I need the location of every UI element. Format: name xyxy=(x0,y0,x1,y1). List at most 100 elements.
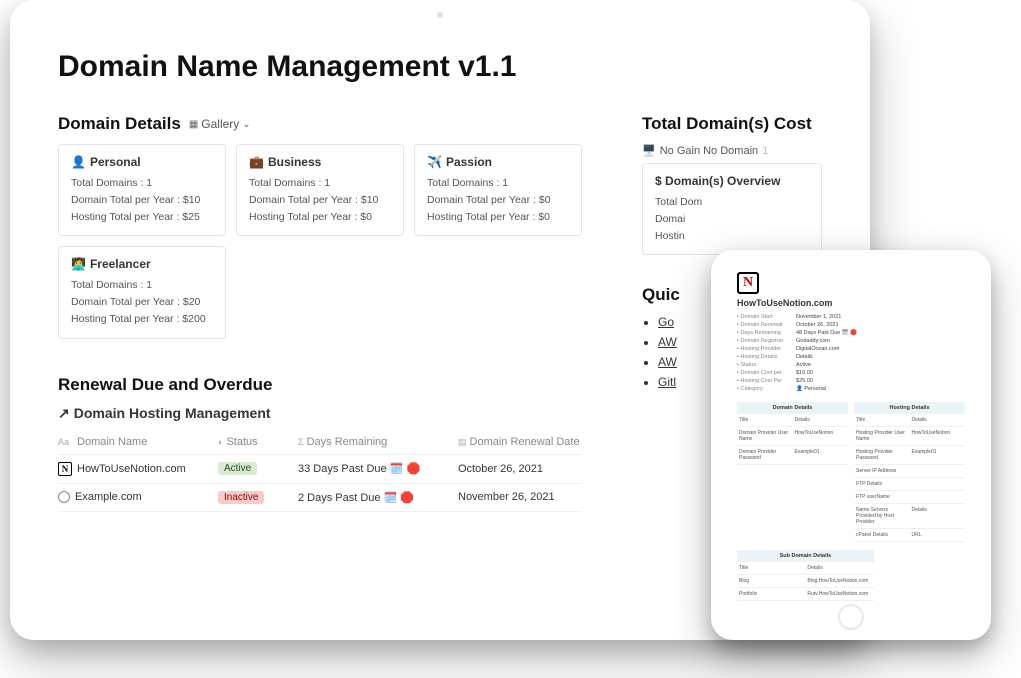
domain-details-gallery: 👤PersonalTotal Domains : 1Domain Total p… xyxy=(58,144,582,339)
card-line: Domain Total per Year : $10 xyxy=(71,192,213,209)
card-line: Domain Total per Year : $20 xyxy=(71,294,213,311)
mini-cell-key: Hosting Provider Password xyxy=(854,448,910,462)
mini-cell-key: FTP userName xyxy=(854,493,910,501)
tablet-domain-table: Domain Details TitleDetailsDomain Provid… xyxy=(737,402,848,542)
prop-label: ▪ Domain Registrar xyxy=(737,338,792,344)
card-title-text: Freelancer xyxy=(90,257,151,271)
domain-card[interactable]: 👤PersonalTotal Domains : 1Domain Total p… xyxy=(58,144,226,236)
card-icon: 🧑‍💻 xyxy=(71,257,86,271)
gallery-view-toggle[interactable]: ▦ Gallery ⌄ xyxy=(189,117,251,131)
mini-table-row: PortfolioRutv.HowToUseNotion.com xyxy=(737,588,874,601)
mini-cell-value: HowToUseNotion xyxy=(793,429,849,443)
domain-card[interactable]: 💼BusinessTotal Domains : 1Domain Total p… xyxy=(236,144,404,236)
prop-value: Active xyxy=(796,362,811,368)
tablet-home-button[interactable] xyxy=(838,604,864,630)
card-line: Total Domains : 1 xyxy=(71,277,213,294)
cell-days: 33 Days Past Due 🗓️ 🛑 xyxy=(298,462,458,475)
mini-cell-value: Details xyxy=(910,506,966,526)
mini-table-row: FTP userName xyxy=(854,491,965,504)
col-header-status[interactable]: ◐Status xyxy=(218,436,298,448)
mini-cell-value: Rutv.HowToUseNotion.com xyxy=(805,590,873,598)
prop-value: October 26, 2021 xyxy=(796,322,839,328)
mini-cell-key: FTP Details xyxy=(854,480,910,488)
cell-name: NHowToUseNotion.com xyxy=(58,462,218,476)
mini-table-row: TitleDetails xyxy=(854,414,965,427)
card-title: 🧑‍💻 Freelancer xyxy=(71,257,213,271)
mini-table-row: Server IP Address xyxy=(854,465,965,478)
prop-value: 48 Days Past Due 🗓️ 🛑 xyxy=(796,330,857,336)
tablet-property-row: ▪ Domain Cost per $10.00 xyxy=(737,370,965,376)
mini-cell-key: Domain Provider User Name xyxy=(737,429,793,443)
overview-card[interactable]: $ Domain(s) Overview Total Dom Domai Hos… xyxy=(642,163,822,255)
select-icon: ◐ xyxy=(218,437,223,447)
mini-cell-key: Portfolio xyxy=(737,590,805,598)
mini-table-row: TitleDetails xyxy=(737,562,874,575)
camera-dot xyxy=(437,12,443,18)
mini-cell-value: Details xyxy=(805,564,873,572)
mini-cell-key: Title xyxy=(737,416,793,424)
prop-value: Godaddy.com xyxy=(796,338,830,344)
col-header-name[interactable]: AaDomain Name xyxy=(58,436,218,448)
notion-icon: N xyxy=(58,462,72,476)
prop-value: DigitalOcean.com xyxy=(796,346,839,352)
domain-icon: 🖥️ xyxy=(642,144,656,157)
card-title: 💼Business xyxy=(249,155,391,169)
mini-table-row: FTP Details xyxy=(854,478,965,491)
domain-details-heading: Domain Details ▦ Gallery ⌄ xyxy=(58,114,582,134)
mini-cell-value: Example01 xyxy=(910,448,966,462)
tablet-mockup: N HowToUseNotion.com ▪ Domain StartNovem… xyxy=(711,250,991,640)
card-line: Hosting Total per Year : $200 xyxy=(71,311,213,328)
mini-table-row: BlogBlog.HowToUseNotion.com xyxy=(737,575,874,588)
prop-value: $10.00 xyxy=(796,370,813,376)
overview-title: $ Domain(s) Overview xyxy=(655,174,809,188)
prop-label: ▪ Hosting Cost Per xyxy=(737,378,792,384)
mini-cell-key: Hosting Provider User Name xyxy=(854,429,910,443)
card-line: Domain Total per Year : $0 xyxy=(427,192,569,209)
cell-name: Example.com xyxy=(58,491,218,503)
status-badge: Active xyxy=(218,462,257,475)
card-line: Total Domains : 1 xyxy=(427,175,569,192)
tablet-property-row: ▪ Hosting DetailsDetails xyxy=(737,354,965,360)
domain-card[interactable]: 🧑‍💻 Freelancer Total Domains : 1Domain Tot… xyxy=(58,246,226,338)
col-header-date[interactable]: ▤Domain Renewal Date xyxy=(458,436,582,448)
cost-pill-count: 1 xyxy=(762,145,768,157)
tablet-screen: N HowToUseNotion.com ▪ Domain StartNovem… xyxy=(725,264,977,604)
tablet-page-title: HowToUseNotion.com xyxy=(737,298,965,308)
card-line: Hosting Total per Year : $0 xyxy=(427,209,569,226)
prop-label: ▪ Domain Cost per xyxy=(737,370,792,376)
table-row[interactable]: NHowToUseNotion.comActive 33 Days Past Du… xyxy=(58,455,582,484)
tablet-hosting-table: Hosting Details TitleDetailsHosting Prov… xyxy=(854,402,965,542)
mini-cell-key: Name Servers Provided by Host Provider xyxy=(854,506,910,526)
overview-line: Total Dom xyxy=(655,194,809,211)
mini-table-row: Hosting Provider PasswordExample01 xyxy=(854,446,965,465)
card-line: Total Domains : 1 xyxy=(71,175,213,192)
card-line: Domain Total per Year : $10 xyxy=(249,192,391,209)
col-header-days[interactable]: ΣDays Remaining xyxy=(298,436,458,448)
cell-status: Active xyxy=(218,462,298,475)
cost-pill-text: No Gain No Domain xyxy=(660,145,758,157)
mini-cell-key: cPanel Details xyxy=(854,531,910,539)
renewal-heading: Renewal Due and Overdue xyxy=(58,375,582,395)
globe-icon xyxy=(58,491,70,503)
prop-label: ▪ Hosting Details xyxy=(737,354,792,360)
mini-table-row: Name Servers Provided by Host ProviderDe… xyxy=(854,504,965,529)
card-title: ✈️Passion xyxy=(427,155,569,169)
mini-table-row: cPanel DetailsURL xyxy=(854,529,965,542)
mini-cell-value: URL xyxy=(910,531,966,539)
table-row[interactable]: Example.comInactive2 Days Past Due 🗓️ 🛑N… xyxy=(58,484,582,512)
mini-table-row: Hosting Provider User NameHowToUseNotion xyxy=(854,427,965,446)
card-line: Hosting Total per Year : $25 xyxy=(71,209,213,226)
cost-filter-pill[interactable]: 🖥️ No Gain No Domain 1 xyxy=(642,144,822,157)
text-icon: Aa xyxy=(58,437,69,447)
domain-card[interactable]: ✈️Passion Total Domains : 1Domain Total p… xyxy=(414,144,582,236)
mini-table-header: Sub Domain Details xyxy=(737,550,874,562)
mini-table-header: Domain Details xyxy=(737,402,848,414)
domain-details-heading-text: Domain Details xyxy=(58,114,181,134)
renewal-table: AaDomain Name ◐Status ΣDays Remaining ▤D… xyxy=(58,430,582,512)
tablet-property-row: ▪ Domain RenewalOctober 26, 2021 xyxy=(737,322,965,328)
cost-heading: Total Domain(s) Cost xyxy=(642,114,822,134)
prop-value: November 1, 2021 xyxy=(796,314,841,320)
renewal-subheading[interactable]: ↗ Domain Hosting Management xyxy=(58,405,582,422)
tablet-property-row: ▪ Domain StartNovember 1, 2021 xyxy=(737,314,965,320)
cell-days: 2 Days Past Due 🗓️ 🛑 xyxy=(298,491,458,504)
